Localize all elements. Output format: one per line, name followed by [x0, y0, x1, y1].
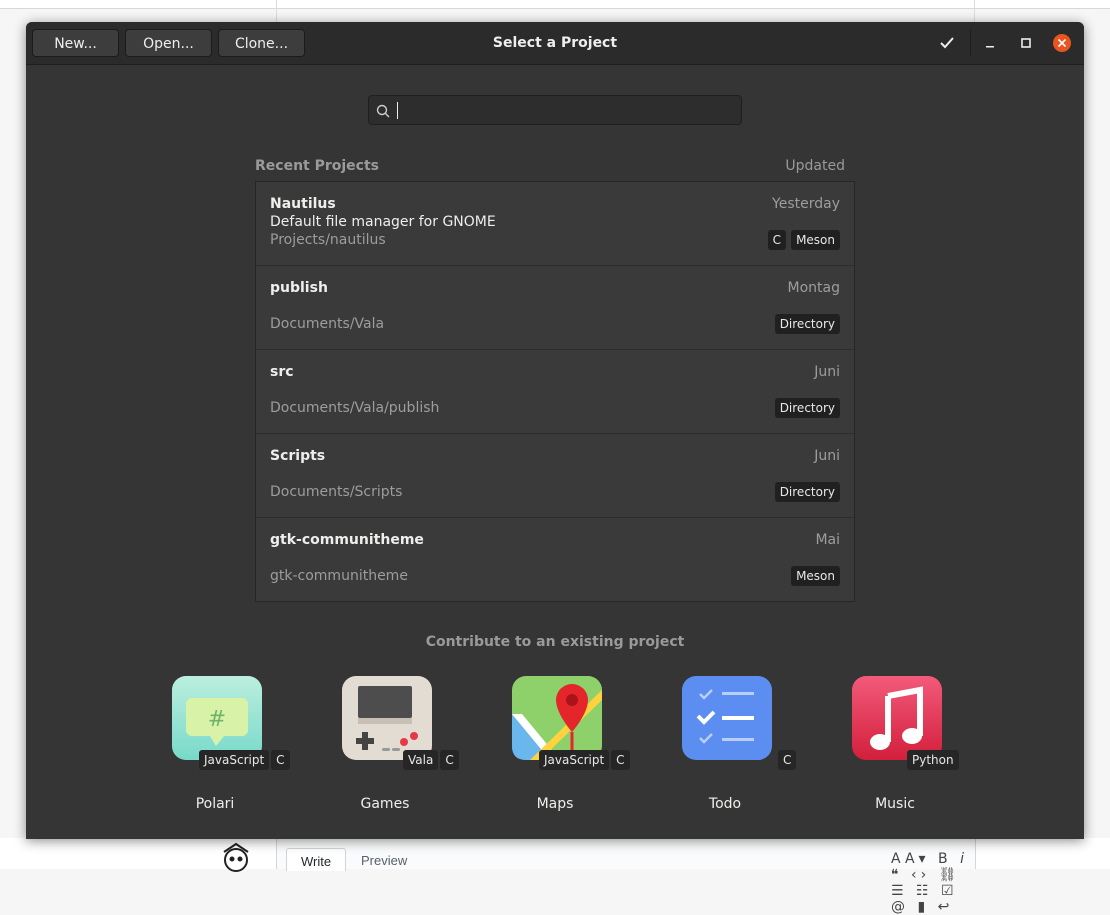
build-system-tag: Directory — [774, 482, 840, 502]
project-row[interactable]: publish Documents/Vala Montag Directory — [256, 266, 854, 350]
language-tag: Python — [907, 750, 959, 770]
build-system-tag: Meson — [791, 230, 840, 250]
app-name: Todo — [708, 796, 742, 812]
project-row[interactable]: Scripts Documents/Scripts Juni Directory — [256, 434, 854, 518]
app-name: Music — [875, 796, 915, 812]
minimize-icon[interactable] — [980, 33, 1000, 53]
language-tag: C — [440, 750, 459, 770]
project-row[interactable]: Nautilus Default file manager for GNOME … — [256, 182, 854, 266]
app-name: Games — [360, 796, 410, 812]
language-tag: C — [611, 750, 630, 770]
tab-preview[interactable]: Preview — [347, 848, 421, 870]
build-system-tag: Meson — [791, 566, 840, 586]
project-row[interactable]: gtk-communitheme gtk-communitheme Mai Me… — [256, 518, 854, 602]
project-name: publish — [270, 280, 328, 296]
header-separator — [970, 30, 971, 56]
project-path: Documents/Scripts — [270, 484, 403, 500]
new-button[interactable]: New... — [32, 29, 119, 57]
project-path: Documents/Vala/publish — [270, 400, 440, 416]
markdown-toolbar-icons[interactable]: AA▾ B i ❝ ‹› ⛓ ☰ ☷ ☑ @ ▮ ↩ — [891, 851, 975, 915]
project-name: src — [270, 364, 294, 380]
contribute-app-games[interactable]: Vala C Games — [327, 674, 459, 814]
language-tag: Vala — [403, 750, 439, 770]
contribute-heading: Contribute to an existing project — [425, 634, 685, 650]
project-updated: Juni — [814, 364, 840, 380]
build-system-tag: Directory — [774, 314, 840, 334]
build-system-tag: Directory — [774, 398, 840, 418]
recent-projects-header: Recent Projects Updated — [255, 158, 845, 178]
project-tags: Directory — [774, 398, 840, 418]
maximize-icon[interactable] — [1016, 33, 1036, 53]
app-name: Polari — [195, 796, 235, 812]
contribute-app-maps[interactable]: JavaScript C Maps — [497, 674, 630, 814]
contribute-app-polari[interactable]: # JavaScript C Polari — [157, 674, 290, 814]
project-name: Nautilus — [270, 196, 336, 212]
todo-checklist-icon — [682, 676, 772, 760]
project-tags: Directory — [774, 314, 840, 334]
avatar-icon — [223, 842, 249, 872]
updated-column-label: Updated — [785, 158, 845, 174]
header-bar: New... Open... Clone... Select a Project — [26, 22, 1084, 65]
app-tags: Python — [907, 750, 959, 770]
text-caret — [397, 102, 398, 119]
project-tags: Meson — [791, 566, 840, 586]
close-icon[interactable] — [1052, 33, 1072, 53]
project-row[interactable]: src Documents/Vala/publish Juni Director… — [256, 350, 854, 434]
open-button[interactable]: Open... — [125, 29, 212, 57]
language-tag: JavaScript — [539, 750, 610, 770]
divider — [974, 0, 975, 22]
project-updated: Juni — [814, 448, 840, 464]
background-editor-strip: Write Preview AA▾ B i ❝ ‹› ⛓ ☰ ☷ ☑ @ ▮ ↩ — [0, 838, 1110, 915]
project-tags: C Meson — [767, 230, 840, 250]
app-tags: JavaScript C — [539, 750, 630, 770]
search-icon — [376, 104, 390, 118]
project-updated: Yesterday — [772, 196, 840, 212]
select-project-window: New... Open... Clone... Select a Project… — [26, 22, 1084, 839]
language-tag: JavaScript — [199, 750, 270, 770]
project-updated: Mai — [815, 532, 840, 548]
project-updated: Montag — [787, 280, 840, 296]
project-path: gtk-communitheme — [270, 568, 408, 584]
search-field[interactable] — [368, 95, 742, 125]
app-tags: C — [778, 750, 797, 770]
comment-panel: Write Preview AA▾ B i ❝ ‹› ⛓ ☰ ☷ ☑ @ ▮ ↩ — [276, 838, 976, 915]
language-tag: C — [271, 750, 290, 770]
app-tags: JavaScript C — [199, 750, 290, 770]
language-tag: C — [778, 750, 797, 770]
divider — [276, 0, 277, 22]
svg-text:#: # — [208, 707, 226, 732]
project-tags: Directory — [774, 482, 840, 502]
project-name: gtk-communitheme — [270, 532, 424, 548]
project-name: Scripts — [270, 448, 326, 464]
checkmark-select-icon[interactable] — [937, 33, 957, 53]
project-path: Projects/nautilus — [270, 232, 386, 248]
app-tags: Vala C — [403, 750, 459, 770]
project-description: Default file manager for GNOME — [270, 214, 496, 230]
contribute-app-music[interactable]: Python Music — [837, 674, 967, 814]
recent-projects-heading: Recent Projects — [255, 158, 380, 174]
search-input[interactable] — [395, 99, 729, 123]
contribute-app-todo[interactable]: C Todo — [667, 674, 797, 814]
clone-button[interactable]: Clone... — [218, 29, 305, 57]
recent-projects-list: Nautilus Default file manager for GNOME … — [255, 181, 855, 602]
tab-write[interactable]: Write — [286, 848, 347, 871]
app-name: Maps — [536, 796, 574, 812]
language-tag: C — [767, 230, 787, 250]
background-browser-toolbar — [0, 0, 1110, 22]
project-path: Documents/Vala — [270, 316, 385, 332]
